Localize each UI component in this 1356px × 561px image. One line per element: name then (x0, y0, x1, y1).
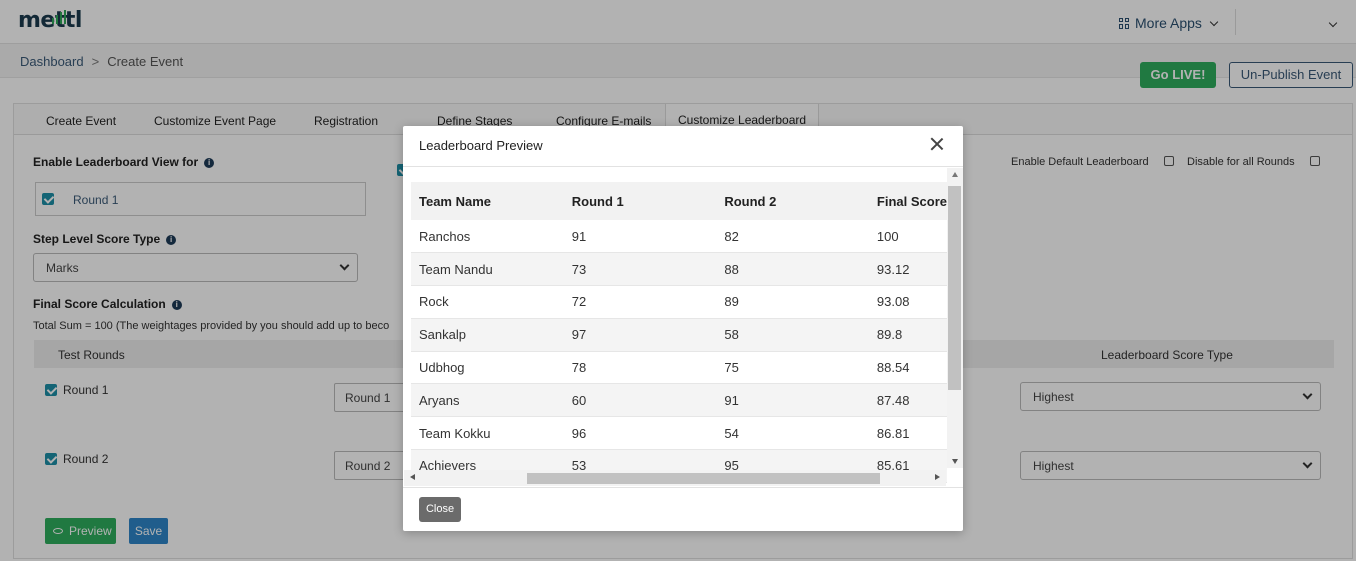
final-score-cell: 87.48 (868, 383, 947, 418)
round1-cell: 60 (563, 383, 717, 418)
vertical-scrollbar[interactable] (947, 168, 963, 468)
table-row: Aryans 60 91 87.48 (411, 383, 947, 418)
round2-cell: 89 (716, 285, 869, 319)
round2-cell: 75 (716, 351, 869, 385)
table-row: Team Kokku 96 54 86.81 (411, 416, 947, 451)
round1-cell: 78 (563, 351, 717, 385)
close-icon[interactable] (929, 136, 945, 152)
final-score-cell: 93.08 (868, 285, 947, 319)
final-score-cell: 93.12 (868, 252, 947, 287)
table-row: Ranchos 91 82 100 (411, 220, 947, 254)
round1-cell: 96 (563, 416, 717, 451)
team-name-cell: Ranchos (411, 220, 564, 254)
modal-footer-divider (403, 487, 963, 488)
close-button[interactable]: Close (419, 497, 461, 522)
col-round2: Round 2 (716, 182, 869, 220)
team-name-cell: Aryans (411, 383, 564, 418)
round1-cell: 97 (563, 318, 717, 352)
table-header-row: Team Name Round 1 Round 2 Final Score (411, 182, 947, 220)
scroll-down-icon[interactable] (952, 459, 958, 464)
scroll-up-icon[interactable] (952, 172, 958, 177)
table-row: Rock 72 89 93.08 (411, 285, 947, 319)
col-team-name: Team Name (411, 182, 564, 220)
round1-cell: 73 (563, 252, 717, 287)
final-score-cell: 88.54 (868, 351, 947, 385)
final-score-cell: 100 (868, 220, 947, 254)
modal-title: Leaderboard Preview (419, 138, 543, 153)
team-name-cell: Team Kokku (411, 416, 564, 451)
scroll-right-icon[interactable] (935, 474, 940, 480)
team-name-cell: Team Nandu (411, 252, 564, 287)
vertical-scroll-thumb[interactable] (948, 186, 961, 390)
round2-cell: 58 (716, 318, 869, 352)
leaderboard-table-viewport: Team Name Round 1 Round 2 Final Score Ra… (411, 168, 961, 486)
table-row: Udbhog 78 75 88.54 (411, 351, 947, 385)
round1-cell: 91 (563, 220, 717, 254)
table-row: Team Nandu 73 88 93.12 (411, 252, 947, 287)
leaderboard-table: Team Name Round 1 Round 2 Final Score Ra… (411, 182, 947, 483)
team-name-cell: Udbhog (411, 351, 564, 385)
round1-cell: 72 (563, 285, 717, 319)
round2-cell: 91 (716, 383, 869, 418)
round2-cell: 82 (716, 220, 869, 254)
horizontal-scrollbar[interactable] (404, 470, 946, 486)
table-row: Sankalp 97 58 89.8 (411, 318, 947, 352)
leaderboard-preview-modal: Leaderboard Preview Team Name Round 1 Ro… (403, 126, 963, 531)
round2-cell: 88 (716, 252, 869, 287)
scroll-left-icon[interactable] (410, 474, 415, 480)
modal-header-divider (403, 166, 963, 167)
horizontal-scroll-thumb[interactable] (527, 473, 880, 484)
final-score-cell: 86.81 (868, 416, 947, 451)
final-score-cell: 89.8 (868, 318, 947, 352)
team-name-cell: Rock (411, 285, 564, 319)
col-final-score: Final Score (868, 182, 947, 220)
col-round1: Round 1 (563, 182, 717, 220)
leaderboard-rows: Ranchos 91 82 100 Team Nandu 73 88 93.12 Rock 72 8… (411, 220, 947, 483)
team-name-cell: Sankalp (411, 318, 564, 352)
round2-cell: 54 (716, 416, 869, 451)
